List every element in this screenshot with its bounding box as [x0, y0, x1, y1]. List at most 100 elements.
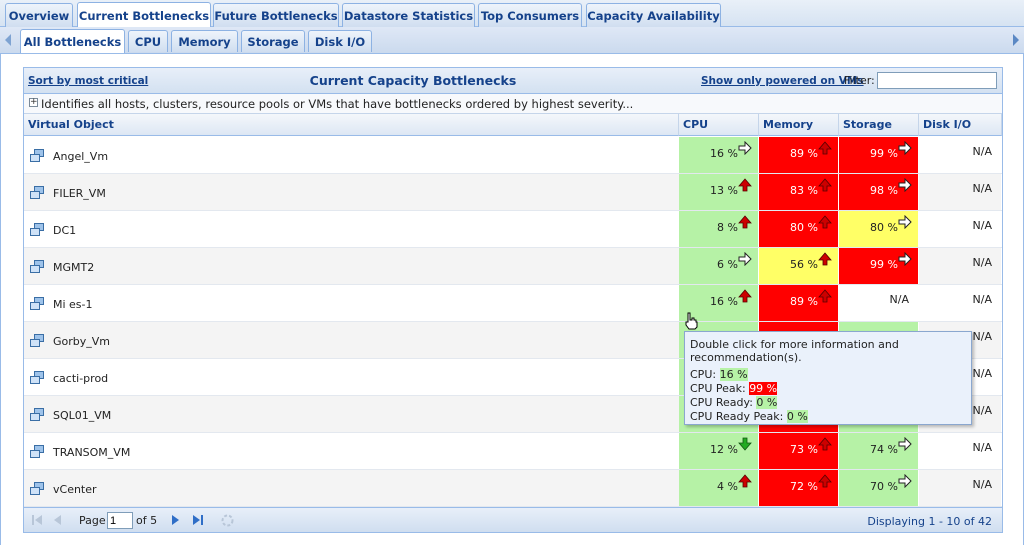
- cell-disk-io[interactable]: N/A: [919, 174, 1002, 210]
- cell-memory[interactable]: 83 %: [759, 174, 839, 210]
- cell-cpu[interactable]: 13 %: [679, 174, 759, 210]
- table-row[interactable]: MGMT2 6 % 56 % 99 % N/A: [24, 248, 1002, 285]
- table-row[interactable]: vCenter 4 % 72 % 70 % N/A: [24, 470, 1002, 507]
- scroll-right-arrow-icon[interactable]: [1013, 34, 1019, 46]
- tooltip-label: CPU:: [690, 368, 717, 381]
- tab-overview[interactable]: Overview: [5, 3, 73, 27]
- vm-name: MGMT2: [53, 261, 95, 274]
- expand-plus-icon[interactable]: +: [29, 98, 38, 107]
- tooltip-value: 0 %: [756, 396, 778, 409]
- table-row[interactable]: DC1 8 % 80 % 80 % N/A: [24, 211, 1002, 248]
- refresh-icon[interactable]: [220, 513, 235, 528]
- col-header-memory[interactable]: Memory: [759, 114, 839, 136]
- display-info: Displaying 1 - 10 of 42: [867, 515, 992, 528]
- first-page-icon[interactable]: [31, 514, 43, 526]
- tooltip-hint: Double click for more information and re…: [690, 338, 899, 364]
- panel-title: Current Capacity Bottlenecks: [309, 73, 517, 88]
- cell-value: 80 %: [790, 221, 818, 234]
- cell-storage[interactable]: 70 %: [839, 470, 919, 506]
- col-header-cpu[interactable]: CPU: [679, 114, 759, 136]
- arrow-up-icon: [738, 474, 752, 488]
- cell-value: 89 %: [790, 295, 818, 308]
- cell-disk-io[interactable]: N/A: [919, 137, 1002, 173]
- tab-top-consumers[interactable]: Top Consumers: [478, 3, 582, 27]
- arrow-right-icon: [898, 252, 912, 266]
- cell-storage[interactable]: 74 %: [839, 433, 919, 469]
- page-number-input[interactable]: [107, 512, 133, 529]
- cell-value: 13 %: [710, 184, 738, 197]
- cell-cpu[interactable]: 12 %: [679, 433, 759, 469]
- cell-storage[interactable]: N/A: [839, 285, 919, 321]
- last-page-icon[interactable]: [192, 514, 204, 526]
- next-page-icon[interactable]: [171, 514, 181, 526]
- filter-input[interactable]: [877, 72, 997, 89]
- cell-cpu[interactable]: 16 %: [679, 137, 759, 173]
- prev-page-icon[interactable]: [53, 514, 63, 526]
- cell-disk-io[interactable]: N/A: [919, 211, 1002, 247]
- arrow-right-icon: [738, 141, 752, 155]
- tooltip-value: 16 %: [719, 368, 748, 381]
- cell-storage[interactable]: 99 %: [839, 137, 919, 173]
- cell-memory[interactable]: 56 %: [759, 248, 839, 284]
- cell-cpu[interactable]: 4 %: [679, 470, 759, 506]
- cell-value: N/A: [972, 441, 992, 454]
- vm-name: Gorby_Vm: [53, 335, 111, 348]
- vm-name: cacti-prod: [53, 372, 109, 385]
- cell-value: 16 %: [710, 147, 738, 160]
- cell-memory[interactable]: 72 %: [759, 470, 839, 506]
- cell-value: 80 %: [870, 221, 898, 234]
- subtab-all-bottlenecks[interactable]: All Bottlenecks: [20, 29, 125, 53]
- cell-memory[interactable]: 73 %: [759, 433, 839, 469]
- tab-future-bottlenecks[interactable]: Future Bottlenecks: [213, 3, 339, 27]
- cell-disk-io[interactable]: N/A: [919, 470, 1002, 506]
- table-row[interactable]: TRANSOM_VM 12 % 73 % 74 % N/A: [24, 433, 1002, 470]
- col-header-virtual-object[interactable]: Virtual Object: [24, 114, 679, 136]
- vm-icon: [30, 297, 45, 311]
- cell-cpu[interactable]: 8 %: [679, 211, 759, 247]
- vm-name: Angel_Vm: [53, 150, 109, 163]
- cell-value: 70 %: [870, 480, 898, 493]
- cell-disk-io[interactable]: N/A: [919, 248, 1002, 284]
- cell-disk-io[interactable]: N/A: [919, 433, 1002, 469]
- scroll-left-arrow-icon[interactable]: [5, 34, 11, 46]
- filter-label: Filter:: [844, 74, 875, 87]
- cell-memory[interactable]: 89 %: [759, 285, 839, 321]
- cell-value: 72 %: [790, 480, 818, 493]
- tab-current-bottlenecks[interactable]: Current Bottlenecks: [77, 2, 211, 28]
- page-count-label: of 5: [136, 514, 158, 527]
- cell-value: N/A: [972, 293, 992, 306]
- panel-header: Sort by most critical Current Capacity B…: [24, 68, 1002, 94]
- arrow-right-icon: [738, 252, 752, 266]
- cell-storage[interactable]: 80 %: [839, 211, 919, 247]
- vm-name: SQL01_VM: [53, 409, 112, 422]
- cell-value: 12 %: [710, 443, 738, 456]
- col-header-storage[interactable]: Storage: [839, 114, 919, 136]
- vm-icon: [30, 260, 45, 274]
- table-row[interactable]: Mi es-1 16 % 89 % N/A N/A: [24, 285, 1002, 322]
- cell-memory[interactable]: 89 %: [759, 137, 839, 173]
- cell-disk-io[interactable]: N/A: [919, 285, 1002, 321]
- tab-capacity-availability[interactable]: Capacity Availability: [586, 3, 721, 27]
- cell-value: 74 %: [870, 443, 898, 456]
- arrow-up-icon: [818, 437, 832, 451]
- cell-value: 99 %: [870, 258, 898, 271]
- subtab-disk-io[interactable]: Disk I/O: [308, 30, 372, 52]
- tooltip-line: CPU: 16 %: [690, 368, 748, 381]
- subtab-cpu[interactable]: CPU: [128, 30, 168, 52]
- col-header-disk-io[interactable]: Disk I/O: [919, 114, 1002, 136]
- cell-memory[interactable]: 80 %: [759, 211, 839, 247]
- subtab-memory[interactable]: Memory: [171, 30, 238, 52]
- table-row[interactable]: Angel_Vm 16 % 89 % 99 % N/A: [24, 137, 1002, 174]
- tab-datastore-statistics[interactable]: Datastore Statistics: [342, 3, 475, 27]
- tooltip-line: CPU Ready Peak: 0 %: [690, 410, 808, 423]
- cell-storage[interactable]: 99 %: [839, 248, 919, 284]
- cell-storage[interactable]: 98 %: [839, 174, 919, 210]
- show-powered-on-link[interactable]: Show only powered on VMs: [701, 75, 864, 87]
- subtab-storage[interactable]: Storage: [241, 30, 305, 52]
- cpu-tooltip: Double click for more information and re…: [684, 331, 972, 425]
- table-row[interactable]: FILER_VM 13 % 83 % 98 % N/A: [24, 174, 1002, 211]
- cell-cpu[interactable]: 6 %: [679, 248, 759, 284]
- arrow-right-icon: [898, 474, 912, 488]
- cell-value: N/A: [972, 145, 992, 158]
- vm-name: DC1: [53, 224, 77, 237]
